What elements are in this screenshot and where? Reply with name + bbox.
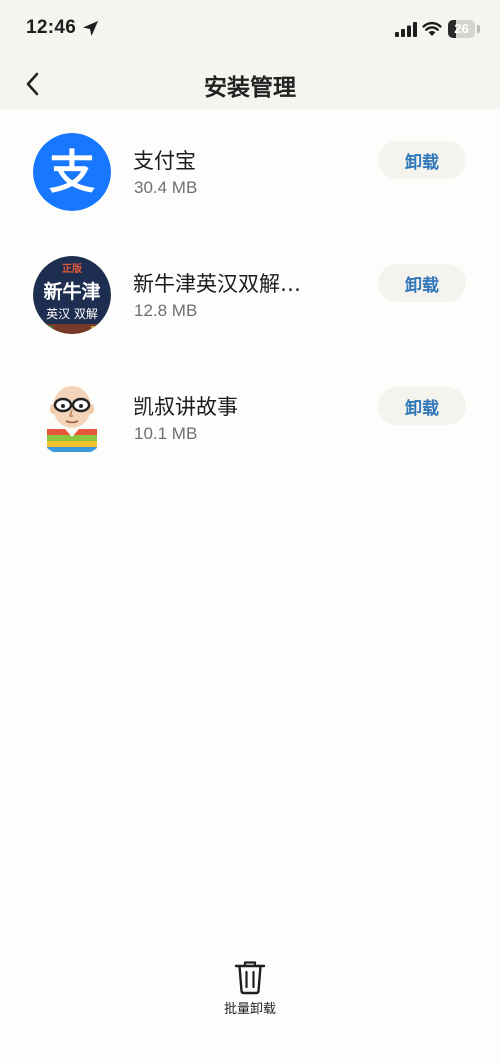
battery-icon: 26 — [448, 20, 475, 38]
uninstall-button-oxford[interactable]: 卸载 — [378, 264, 466, 302]
app-size: 30.4 MB — [134, 178, 198, 197]
alipay-icon-glyph: 支 — [49, 145, 95, 199]
uninstall-button-alipay[interactable]: 卸载 — [378, 141, 466, 179]
oxford-icon-title: 新牛津 — [43, 280, 100, 303]
oxford-icon-subtitle: 英汉 双解 — [46, 307, 98, 321]
status-time: 12:46 — [26, 17, 77, 38]
kaishu-story-icon — [33, 379, 111, 457]
list-item: 正版 新牛津 英汉 双解 新牛津英汉双解… 12.8 MB 卸载 — [0, 233, 500, 356]
oxford-icon-badge: 正版 — [62, 262, 82, 275]
app-name: 新牛津英汉双解… — [133, 272, 301, 296]
status-bar: 12:46 26 — [0, 0, 500, 60]
list-item: 凯叔讲故事 10.1 MB 卸载 — [0, 356, 500, 479]
battery-level: 26 — [454, 21, 469, 36]
trash-icon — [234, 961, 266, 995]
oxford-dictionary-icon: 正版 新牛津 英汉 双解 — [33, 256, 111, 334]
batch-uninstall-label: 批量卸载 — [223, 1002, 276, 1017]
cellular-signal-icon — [395, 22, 417, 37]
header: 安装管理 — [0, 60, 500, 110]
uninstall-button-kaishu[interactable]: 卸载 — [378, 387, 466, 425]
app-list: 支 支付宝 30.4 MB 卸载 正版 新牛津 英汉 双解 新牛津英汉双解… 1… — [0, 110, 500, 479]
page-title: 安装管理 — [204, 75, 296, 101]
batch-uninstall-button[interactable]: 批量卸载 — [210, 955, 290, 1020]
app-size: 12.8 MB — [134, 301, 198, 320]
alipay-icon: 支 — [33, 133, 111, 211]
wifi-icon — [422, 21, 442, 36]
battery-cap — [477, 25, 480, 33]
app-name: 凯叔讲故事 — [133, 395, 238, 419]
location-arrow-icon — [83, 21, 98, 36]
list-item: 支 支付宝 30.4 MB 卸载 — [0, 110, 500, 233]
app-size: 10.1 MB — [134, 424, 198, 443]
app-name: 支付宝 — [133, 149, 196, 173]
